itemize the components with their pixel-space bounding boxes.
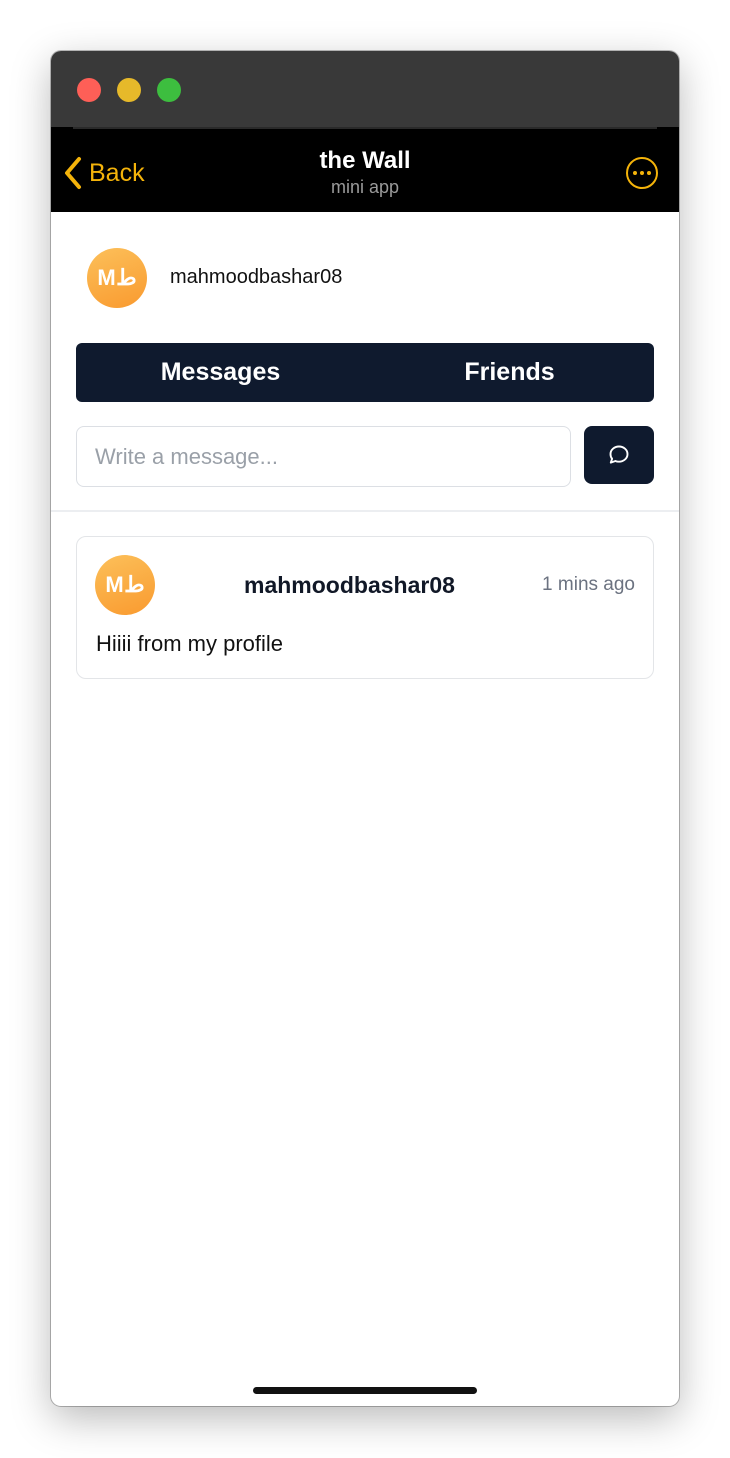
- window-titlebar: [51, 51, 679, 127]
- message-username: mahmoodbashar08: [244, 572, 455, 598]
- app-window: Back the Wall mini app Mط mahmoodbashar0…: [51, 51, 679, 1406]
- ellipsis-circle-icon: [633, 171, 637, 175]
- section-divider: [51, 510, 679, 512]
- more-options-button[interactable]: [626, 157, 658, 189]
- profile-avatar: Mط: [87, 248, 147, 308]
- page-subtitle: mini app: [330, 177, 400, 197]
- nav-divider: [73, 127, 657, 129]
- page-title: the Wall: [319, 147, 411, 174]
- message-text: Hiiii from my profile: [96, 631, 284, 656]
- message-card: Mط mahmoodbashar08 1 mins ago Hiiii from…: [76, 536, 654, 679]
- chat-bubble-icon: [609, 445, 629, 464]
- send-message-button[interactable]: [584, 426, 654, 484]
- ellipsis-dot: [640, 171, 644, 175]
- ellipsis-dot: [647, 171, 651, 175]
- tab-messages[interactable]: Messages: [76, 343, 365, 402]
- tab-bar: Messages Friends: [76, 343, 654, 402]
- message-timestamp: 1 mins ago: [542, 574, 635, 595]
- message-avatar: Mط: [95, 555, 155, 615]
- profile-username: mahmoodbashar08: [170, 266, 343, 288]
- message-input[interactable]: [76, 426, 571, 487]
- close-window-button[interactable]: [77, 78, 101, 102]
- minimize-window-button[interactable]: [117, 78, 141, 102]
- home-indicator[interactable]: [253, 1387, 477, 1394]
- tab-friends[interactable]: Friends: [365, 343, 654, 402]
- nav-bar: Back the Wall mini app: [51, 127, 679, 212]
- zoom-window-button[interactable]: [157, 78, 181, 102]
